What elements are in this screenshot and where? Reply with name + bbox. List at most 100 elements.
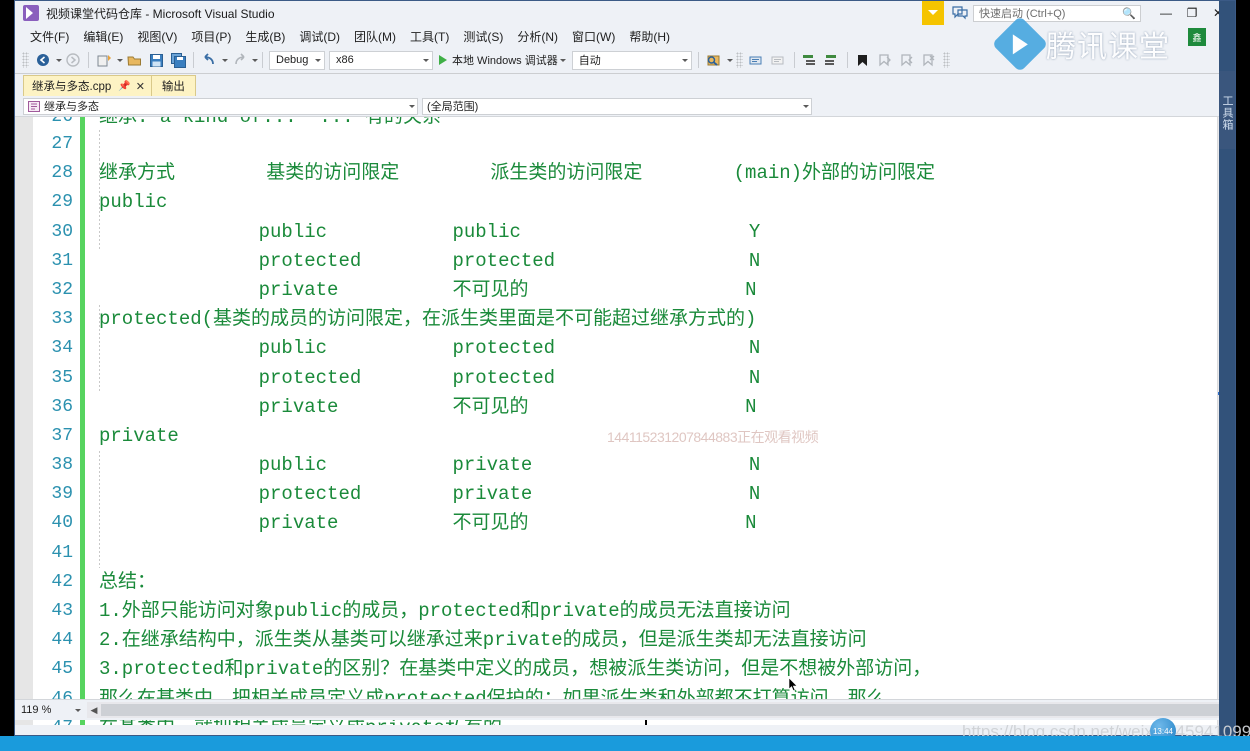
close-tab-icon[interactable]: ✕ [136,80,145,93]
open-file-icon[interactable] [124,50,144,70]
restore-button[interactable]: ❐ [1179,2,1205,24]
outdent-icon[interactable] [822,50,842,70]
menu-item-help[interactable]: 帮助(H) [622,26,677,47]
minimize-button[interactable]: — [1153,2,1179,24]
solution-configuration-combo[interactable]: Debug [269,50,325,70]
line-number: 32 [51,279,73,300]
auto-caret-icon [681,58,688,62]
indent-icon[interactable] [800,50,820,70]
tab-output[interactable]: 输出 [151,75,196,96]
magnifier-icon: 🔍 [1122,7,1136,20]
zoom-caret-icon[interactable] [75,708,81,712]
menu-item-team[interactable]: 团队(M) [347,26,403,47]
pin-icon[interactable]: 📌 [118,81,130,92]
window-title: 视频课堂代码仓库 - Microsoft Visual Studio [46,6,275,21]
menu-item-analyze[interactable]: 分析(N) [510,26,565,47]
redo-icon[interactable] [229,50,249,70]
member-combo[interactable]: (全局范围) [422,97,812,115]
zoom-level[interactable]: 119 % [15,704,73,716]
redo-caret-icon[interactable] [252,58,258,62]
back-dropdown-caret-icon[interactable] [56,58,62,62]
next-bookmark-icon[interactable] [897,50,917,70]
start-debugging-button[interactable]: 本地 Windows 调试器 [435,50,570,70]
code-line: protected protected N [99,366,761,389]
menu-item-window[interactable]: 窗口(W) [565,26,622,47]
line-number: 39 [51,484,73,505]
new-project-caret-icon[interactable] [117,58,123,62]
menu-item-file[interactable]: 文件(F) [23,26,76,47]
menu-item-debug[interactable]: 调试(D) [292,26,347,47]
find-in-files-icon[interactable] [704,50,724,70]
visual-studio-logo-icon [23,5,39,21]
code-line: public private N [99,454,761,477]
code-line: public [99,191,168,214]
code-line: protected private N [99,483,761,506]
editor-status-bar: 119 % ◀ [15,699,1235,720]
navigate-back-icon[interactable] [33,50,53,70]
editor-horizontal-scrollbar[interactable]: ◀ [87,702,1235,718]
menu-item-test[interactable]: 测试(S) [456,26,510,47]
quick-launch-input[interactable]: 快速启动 (Ctrl+Q) 🔍 [973,4,1141,22]
line-number: 40 [51,513,73,534]
editor-breakpoint-margin[interactable] [15,117,33,725]
code-line: 2.在继承结构中，派生类从基类可以继承过来private的成员，但是派生类却无法… [99,629,867,652]
toolbar-grip[interactable] [22,52,29,68]
taskbar [0,736,1250,751]
scope-caret-icon [409,104,415,108]
save-icon[interactable] [146,50,166,70]
clear-bookmarks-icon[interactable] [919,50,939,70]
green-badge-overlay: 鑫 [1188,28,1206,46]
play-icon [439,55,447,65]
find-caret-icon[interactable] [726,58,733,62]
scope-combo-value: 继承与多态 [44,101,99,113]
platform-caret-icon [423,58,429,62]
uncomment-icon[interactable] [769,50,789,70]
code-line: 3.protected和private的区别？在基类中定义的成员，想被派生类访问… [99,658,932,681]
code-line: 1.外部只能访问对象public的成员，protected和private的成员… [99,600,791,622]
feedback-icon[interactable] [952,6,968,20]
code-line: private 不可见的 N [99,512,757,535]
scroll-left-arrow-icon[interactable]: ◀ [87,705,101,716]
code-text-area[interactable]: 继承: a kind of... ... 有的关系 继承方式 基类的访问限定 派… [85,117,1217,725]
notification-flag-icon[interactable] [922,1,944,25]
undo-icon[interactable] [199,50,219,70]
toolbar-grip-3[interactable] [942,52,950,68]
code-line: 继承方式 基类的访问限定 派生类的访问限定 (main)外部的访问限定 [99,162,936,185]
auto-target-combo[interactable]: 自动 [571,50,692,70]
start-debugging-label: 本地 Windows 调试器 [452,55,558,67]
scope-combo[interactable]: 继承与多态 [23,97,418,115]
line-number: 28 [51,163,73,184]
menu-item-view[interactable]: 视图(V) [130,26,184,47]
line-number: 30 [51,221,73,242]
undo-caret-icon[interactable] [222,58,228,62]
bookmark-icon[interactable] [853,50,873,70]
navigate-forward-icon[interactable] [63,50,83,70]
standard-toolbar: Debug x86 本地 Windows 调试器 自动 [15,47,1235,74]
code-editor[interactable]: 26 27 28 29 30 31 32 33 34 35 36 37 38 3… [15,117,1235,725]
menu-item-tools[interactable]: 工具(T) [403,26,456,47]
tab-inheritance-polymorphism-cpp[interactable]: 继承与多态.cpp 📌 ✕ [23,75,152,96]
run-caret-icon [559,58,566,62]
menu-item-project[interactable]: 项目(P) [184,26,238,47]
line-number: 38 [51,455,73,476]
code-line: public public Y [99,220,761,243]
code-line: protected protected N [99,249,761,272]
scope-combo-content: 继承与多态 [28,98,407,114]
comment-icon[interactable] [747,50,767,70]
previous-bookmark-icon[interactable] [875,50,895,70]
hscrollbar-thumb[interactable] [101,704,1231,716]
toolbox-tab[interactable]: 工具箱 [1219,71,1235,149]
code-line: private [99,424,179,447]
new-project-icon[interactable] [94,50,114,70]
member-caret-icon [803,104,809,108]
auto-target-value: 自动 [578,55,601,67]
menu-item-build[interactable]: 生成(B) [238,26,292,47]
solution-platform-combo[interactable]: x86 [329,50,433,70]
save-all-icon[interactable] [168,50,188,70]
toolbar-grip-2[interactable] [735,52,743,68]
menu-item-edit[interactable]: 编辑(E) [76,26,130,47]
line-number: 27 [51,134,73,154]
line-number: 35 [51,367,73,388]
